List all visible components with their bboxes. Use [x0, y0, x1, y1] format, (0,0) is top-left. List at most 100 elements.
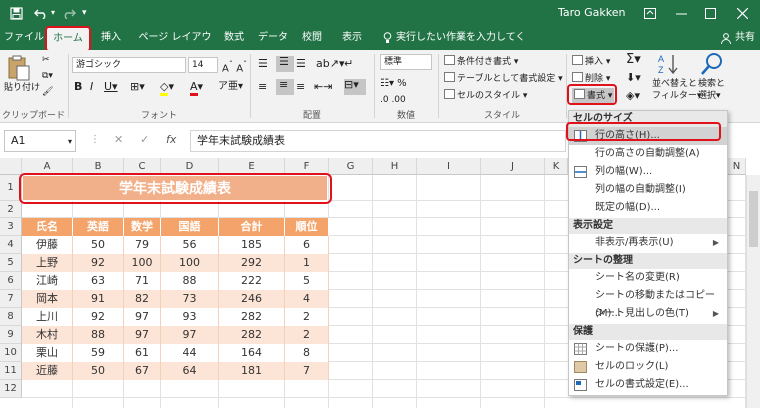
table-cell-english[interactable]: 88: [73, 326, 124, 344]
share-icon[interactable]: [720, 26, 732, 50]
table-header-name[interactable]: 氏名: [22, 218, 73, 236]
tab-review[interactable]: 校閲: [298, 26, 326, 50]
find-select-icon[interactable]: [700, 52, 724, 80]
table-cell-math[interactable]: 82: [124, 290, 161, 308]
menu-item-protect-sheet[interactable]: シートの保護(P)...: [569, 340, 727, 358]
ribbon-options-icon[interactable]: [644, 0, 656, 26]
close-icon[interactable]: [736, 0, 749, 26]
table-cell-total[interactable]: 282: [219, 308, 285, 326]
table-cell-math[interactable]: 97: [124, 308, 161, 326]
grow-font-icon[interactable]: Aˆ Aˇ: [222, 58, 247, 75]
format-painter-icon[interactable]: 🖌: [42, 86, 53, 98]
menu-item-lock-cell[interactable]: セルのロック(L): [569, 358, 727, 376]
table-cell-japanese[interactable]: 97: [161, 326, 219, 344]
fill-color-icon[interactable]: ◇▾: [160, 80, 174, 96]
table-cell-english[interactable]: 50: [73, 236, 124, 254]
delete-cells-button[interactable]: 削除 ▾: [572, 72, 610, 85]
format-as-table-button[interactable]: テーブルとして書式設定 ▾: [444, 72, 563, 85]
table-cell-math[interactable]: 67: [124, 362, 161, 380]
tell-me-search[interactable]: 実行したい作業を入力してください: [396, 26, 526, 67]
share-button[interactable]: 共有: [733, 26, 757, 50]
align-left-icon[interactable]: ≡: [258, 81, 267, 93]
align-middle-icon[interactable]: ☰: [276, 56, 294, 72]
table-cell-japanese[interactable]: 44: [161, 344, 219, 362]
cancel-icon[interactable]: ✕: [114, 134, 123, 146]
align-top-icon[interactable]: ☰: [258, 58, 268, 70]
row-header[interactable]: 12: [0, 380, 22, 398]
more-icon[interactable]: ⋮: [90, 134, 100, 146]
insert-cells-button[interactable]: 挿入 ▾: [572, 55, 610, 68]
col-header-n[interactable]: N: [728, 158, 746, 175]
table-cell-japanese[interactable]: 88: [161, 272, 219, 290]
table-cell-math[interactable]: 71: [124, 272, 161, 290]
tab-file[interactable]: ファイル: [4, 26, 44, 50]
autosum-icon[interactable]: Σ▾: [626, 53, 641, 66]
title-cell[interactable]: 学年末試験成績表: [22, 175, 328, 201]
find-select-label-1[interactable]: 検索と: [698, 78, 725, 90]
copy-icon[interactable]: ⧉▾: [42, 70, 53, 82]
menu-item-format-cells[interactable]: セルの書式設定(E)...: [569, 376, 727, 394]
table-cell-name[interactable]: 近藤: [22, 362, 73, 380]
table-cell-english[interactable]: 92: [73, 254, 124, 272]
align-right-icon[interactable]: ≡: [296, 81, 305, 93]
tab-home[interactable]: ホーム: [47, 28, 89, 50]
maximize-icon[interactable]: [705, 0, 716, 26]
clear-icon[interactable]: ◈▾: [626, 90, 640, 102]
insert-function-icon[interactable]: fx: [166, 134, 176, 146]
table-cell-english[interactable]: 59: [73, 344, 124, 362]
enter-icon[interactable]: ✓: [140, 134, 149, 146]
table-cell-name[interactable]: 江崎: [22, 272, 73, 290]
table-header-rank[interactable]: 順位: [285, 218, 329, 236]
select-all-corner[interactable]: [0, 158, 22, 175]
table-cell-math[interactable]: 79: [124, 236, 161, 254]
table-cell-total[interactable]: 181: [219, 362, 285, 380]
currency-icon[interactable]: ☷▾ %: [380, 78, 407, 90]
table-cell-japanese[interactable]: 56: [161, 236, 219, 254]
row-header[interactable]: 8: [0, 308, 22, 326]
table-cell-total[interactable]: 185: [219, 236, 285, 254]
table-cell-english[interactable]: 92: [73, 308, 124, 326]
italic-icon[interactable]: I: [90, 81, 93, 93]
table-cell-name[interactable]: 伊藤: [22, 236, 73, 254]
tab-page-layout[interactable]: ページ レイアウト: [134, 26, 216, 67]
table-cell-japanese[interactable]: 73: [161, 290, 219, 308]
table-cell-rank[interactable]: 8: [285, 344, 329, 362]
cell-styles-button[interactable]: セルのスタイル ▾: [444, 89, 527, 102]
menu-item-column-autofit[interactable]: 列の幅の自動調整(I): [569, 181, 727, 199]
table-header-math[interactable]: 数学: [124, 218, 161, 236]
table-cell-total[interactable]: 164: [219, 344, 285, 362]
menu-item-default-width[interactable]: 既定の幅(D)...: [569, 199, 727, 217]
table-cell-total[interactable]: 222: [219, 272, 285, 290]
paste-button[interactable]: 貼り付け: [4, 82, 40, 94]
format-cells-button[interactable]: 書式 ▾: [572, 88, 615, 103]
bold-icon[interactable]: B: [74, 81, 82, 93]
name-box-dropdown-icon[interactable]: ▾: [68, 136, 72, 148]
number-format-select[interactable]: 標準: [380, 54, 432, 70]
menu-item-move-copy-sheet[interactable]: シートの移動またはコピー(M)...: [569, 287, 727, 319]
row-header[interactable]: 1: [0, 175, 22, 201]
table-cell-japanese[interactable]: 64: [161, 362, 219, 380]
sort-filter-label-1[interactable]: 並べ替えと: [652, 78, 697, 90]
font-size-select[interactable]: 14: [188, 57, 218, 73]
merge-center-icon[interactable]: ⊟▾: [344, 79, 366, 95]
table-cell-total[interactable]: 246: [219, 290, 285, 308]
menu-item-tab-color[interactable]: シート見出しの色(T) ▶: [569, 305, 727, 323]
row-header[interactable]: 3: [0, 218, 22, 236]
col-header-j[interactable]: J: [481, 158, 545, 175]
vertical-scrollbar[interactable]: [746, 175, 760, 408]
table-cell-name[interactable]: 上川: [22, 308, 73, 326]
formula-input[interactable]: 学年末試験成績表: [190, 130, 566, 152]
row-header[interactable]: 2: [0, 201, 22, 218]
col-header-h[interactable]: H: [373, 158, 417, 175]
table-cell-math[interactable]: 100: [124, 254, 161, 272]
tab-insert[interactable]: 挿入: [96, 26, 126, 50]
table-header-japanese[interactable]: 国語: [161, 218, 219, 236]
orientation-icon[interactable]: ab↗▾: [316, 58, 344, 70]
table-cell-english[interactable]: 63: [73, 272, 124, 290]
table-header-english[interactable]: 英語: [73, 218, 124, 236]
customize-icon[interactable]: ▾: [82, 0, 87, 26]
row-header[interactable]: 7: [0, 290, 22, 308]
row-header[interactable]: 4: [0, 236, 22, 254]
tab-data[interactable]: データ: [256, 26, 290, 50]
row-header[interactable]: 9: [0, 326, 22, 344]
